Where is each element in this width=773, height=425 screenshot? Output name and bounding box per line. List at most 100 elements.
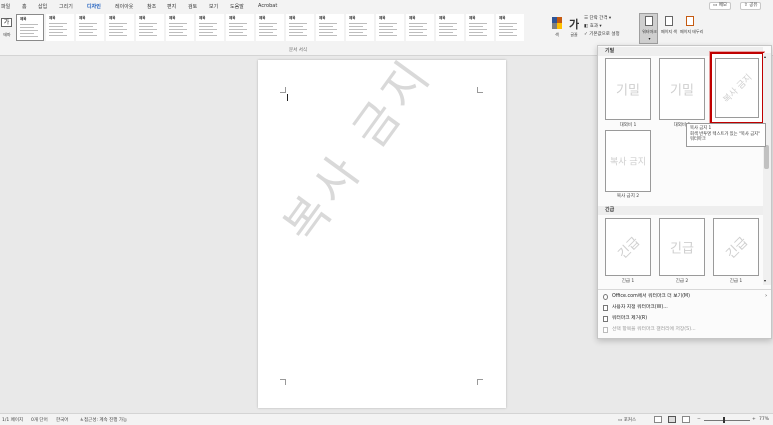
scroll-down-icon[interactable]: ▾ xyxy=(764,278,766,283)
memo-button[interactable]: ▭ 메모 xyxy=(709,2,731,10)
tab-file[interactable]: 파일 xyxy=(1,3,10,10)
style-set-thumbnail[interactable]: 제목 xyxy=(76,14,104,41)
style-set-title: 제목 xyxy=(259,16,266,20)
tab-draw[interactable]: 그리기 xyxy=(59,3,73,10)
chevron-down-icon: ▾ xyxy=(648,36,651,41)
style-set-thumbnail[interactable]: 제목 xyxy=(196,14,224,41)
style-set-thumbnail[interactable]: 제목 xyxy=(106,14,134,41)
style-set-line xyxy=(439,35,457,36)
style-set-thumbnail[interactable]: 제목 xyxy=(376,14,404,41)
style-set-line xyxy=(319,29,337,30)
document-page[interactable]: 복사 금지 xyxy=(258,60,506,408)
remove-watermark-menu-item[interactable]: 워터마크 제거(R) xyxy=(598,314,771,324)
tab-home[interactable]: 홈 xyxy=(22,3,27,10)
style-set-line xyxy=(20,27,34,28)
fonts-button[interactable]: 가 글꼴 xyxy=(567,14,581,44)
style-set-thumbnail[interactable]: 제목 xyxy=(166,14,194,41)
style-set-line xyxy=(199,26,213,27)
style-set-line xyxy=(79,32,93,33)
effects-button[interactable]: ◧ 효과 ▾ xyxy=(584,23,602,29)
style-set-thumbnail[interactable]: 제목 xyxy=(16,14,44,41)
custom-watermark-menu-item[interactable]: 사용자 지정 워터마크(W)... xyxy=(598,303,771,313)
print-layout-icon[interactable] xyxy=(668,416,676,423)
style-set-line xyxy=(319,23,337,24)
style-set-thumbnail[interactable]: 제목 xyxy=(346,14,374,41)
zoom-level[interactable]: 77% xyxy=(759,417,769,422)
focus-mode-button[interactable]: ▭ 포커스 xyxy=(618,417,636,423)
save-to-gallery-menu-item: 선택 항목을 워터마크 갤러리에 저장(S)... xyxy=(598,325,771,335)
tab-review[interactable]: 검토 xyxy=(188,3,197,10)
style-set-line xyxy=(259,26,273,27)
tab-design[interactable]: 디자인 xyxy=(87,3,101,13)
style-set-title: 제목 xyxy=(499,16,506,20)
style-set-line xyxy=(229,32,243,33)
tab-mailings[interactable]: 편지 xyxy=(167,3,176,10)
style-set-title: 제목 xyxy=(409,16,416,20)
tab-insert[interactable]: 삽입 xyxy=(38,3,47,10)
tab-acrobat[interactable]: Acrobat xyxy=(258,3,277,9)
language-indicator[interactable]: 한국어 xyxy=(56,417,68,423)
page-borders-icon xyxy=(686,16,694,26)
style-set-line xyxy=(139,35,157,36)
zoom-slider-thumb[interactable] xyxy=(723,417,725,423)
watermark-option-confidential-2[interactable]: 기밀 xyxy=(659,58,705,120)
fonts-icon: 가 xyxy=(568,18,580,31)
scrollbar-thumb[interactable] xyxy=(764,145,769,169)
page-count[interactable]: 1/1 페이지 xyxy=(2,417,23,423)
status-bar: 1/1 페이지 0개 단어 한국어 ♿접근성: 계속 진행 가능 ▭ 포커스 −… xyxy=(0,413,773,425)
set-default-button[interactable]: ✓ 기본값으로 설정 xyxy=(584,31,620,37)
style-set-line xyxy=(319,26,333,27)
style-set-line xyxy=(109,35,127,36)
read-mode-icon[interactable] xyxy=(654,416,662,423)
watermark-button[interactable]: 워터마크 ▾ xyxy=(639,13,658,44)
zoom-slider[interactable] xyxy=(704,420,750,421)
page-borders-button[interactable]: 페이지 테두리 xyxy=(680,14,703,44)
paragraph-spacing-button[interactable]: ☰ 단락 간격 ▾ xyxy=(584,15,611,21)
crop-mark xyxy=(280,87,286,93)
style-set-line xyxy=(169,29,187,30)
more-watermarks-menu-item[interactable]: Office.com에서 워터마크 더 보기(M) › xyxy=(598,292,771,302)
watermark-dropdown: 기밀 기밀 대외비 1 기밀 대외비 2 복사 금지 복사 금지 복사 금지 2… xyxy=(597,45,772,339)
tab-help[interactable]: 도움말 xyxy=(230,3,244,10)
gallery-scrollbar[interactable]: ▴ ▾ xyxy=(763,53,771,285)
page-color-button[interactable]: 페이지 색 xyxy=(660,14,678,44)
style-set-line xyxy=(409,23,427,24)
watermark-option-urgent-2[interactable]: 긴급 xyxy=(659,218,705,276)
style-set-line xyxy=(79,23,97,24)
zoom-in-icon[interactable]: + xyxy=(752,417,756,422)
share-button[interactable]: ⇧ 공유 xyxy=(740,2,762,10)
tab-view[interactable]: 보기 xyxy=(209,3,218,10)
style-set-line xyxy=(49,26,63,27)
style-set-thumbnail[interactable]: 제목 xyxy=(436,14,464,41)
scroll-up-icon[interactable]: ▴ xyxy=(764,54,766,59)
theme-button[interactable]: 가 테마 xyxy=(0,14,14,44)
tab-references[interactable]: 참조 xyxy=(147,3,156,10)
accessibility-status[interactable]: ♿접근성: 계속 진행 가능 xyxy=(80,417,127,423)
colors-button[interactable]: 색 xyxy=(550,14,564,44)
style-set-thumbnail[interactable]: 제목 xyxy=(406,14,434,41)
style-set-line xyxy=(20,36,38,37)
style-set-thumbnail[interactable]: 제목 xyxy=(256,14,284,41)
watermark-option-urgent-3[interactable]: 긴급 xyxy=(713,218,759,276)
style-set-thumbnail[interactable]: 제목 xyxy=(316,14,344,41)
style-set-thumbnail[interactable]: 제목 xyxy=(466,14,494,41)
style-set-thumbnail[interactable]: 제목 xyxy=(46,14,74,41)
document-icon xyxy=(603,305,608,311)
style-set-thumbnail[interactable]: 제목 xyxy=(136,14,164,41)
tab-layout[interactable]: 레이아웃 xyxy=(115,3,133,10)
style-set-line xyxy=(439,32,453,33)
web-layout-icon[interactable] xyxy=(682,416,690,423)
watermark-option-do-not-copy-1[interactable]: 복사 금지 xyxy=(710,52,764,124)
style-set-thumbnail[interactable]: 제목 xyxy=(226,14,254,41)
remove-document-icon xyxy=(603,316,608,322)
watermark-option-urgent-1[interactable]: 긴급 xyxy=(605,218,651,276)
style-set-title: 제목 xyxy=(469,16,476,20)
watermark-option-confidential-1[interactable]: 기밀 xyxy=(605,58,651,120)
zoom-out-icon[interactable]: − xyxy=(697,417,701,422)
style-set-title: 제목 xyxy=(169,16,176,20)
watermark-option-do-not-copy-2[interactable]: 복사 금지 xyxy=(605,130,651,192)
style-set-thumbnail[interactable]: 제목 xyxy=(286,14,314,41)
style-set-line xyxy=(379,26,393,27)
style-set-thumbnail[interactable]: 제목 xyxy=(496,14,524,41)
word-count[interactable]: 0개 단어 xyxy=(31,417,48,423)
